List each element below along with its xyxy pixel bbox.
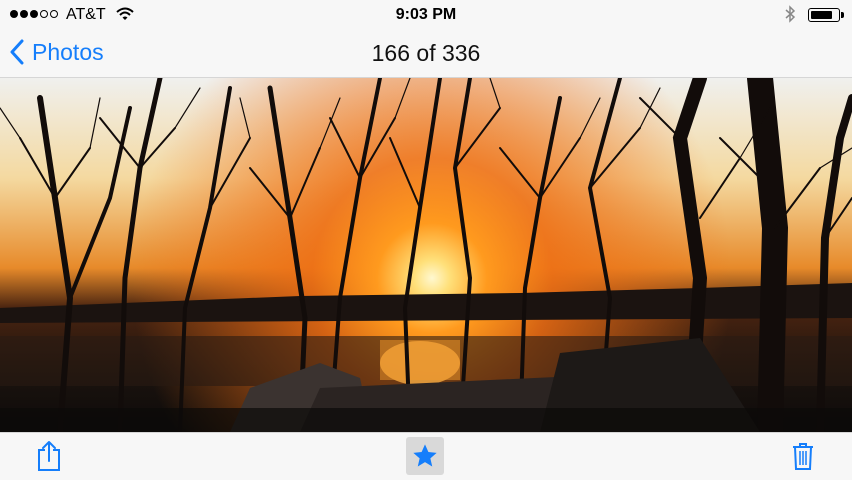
battery-tip: [841, 12, 844, 18]
trash-icon: [793, 443, 813, 470]
page-title: 166 of 336: [371, 40, 481, 66]
share-button[interactable]: [30, 437, 68, 475]
status-bar: AT&T 9:03 PM: [0, 0, 852, 30]
bluetooth-icon: [784, 5, 796, 28]
share-icon: [38, 441, 60, 471]
navigation-bar: AT&T 9:03 PM Photos 166 of 336: [0, 0, 852, 78]
photo-view[interactable]: [0, 78, 852, 432]
sunset-photo: [0, 78, 852, 432]
delete-button[interactable]: [784, 437, 822, 475]
battery-icon: [808, 8, 840, 22]
status-time: 9:03 PM: [395, 6, 457, 23]
battery-level: [811, 11, 832, 19]
bottom-toolbar: [0, 432, 852, 480]
star-icon: [413, 444, 437, 467]
favorite-button[interactable]: [406, 437, 444, 475]
